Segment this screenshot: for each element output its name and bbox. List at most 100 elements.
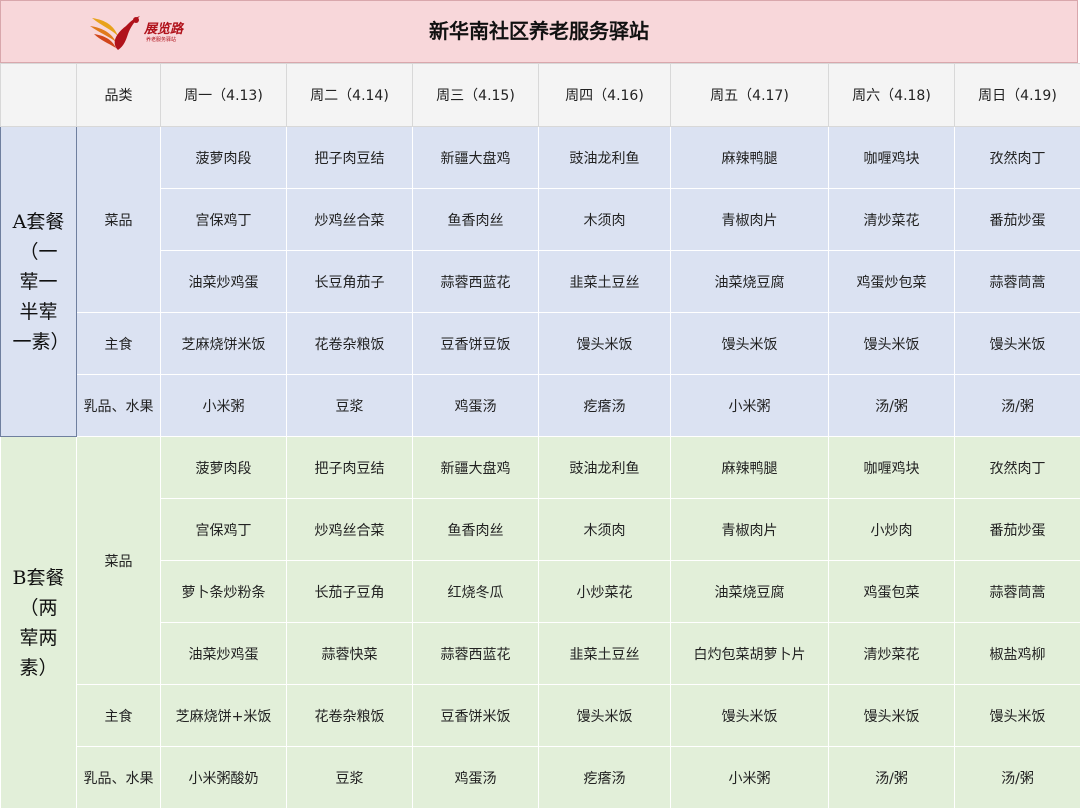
menu-item: 馒头米饭 [954, 684, 1080, 747]
menu-item: 花卷杂粮饭 [286, 684, 413, 747]
menu-item: 番茄炒蛋 [954, 498, 1080, 561]
menu-item: 把子肉豆结 [286, 126, 413, 189]
set-name-cell: B套餐（两荤两素） [0, 436, 77, 809]
menu-item: 馒头米饭 [828, 684, 955, 747]
menu-item: 油菜烧豆腐 [670, 560, 829, 623]
category-label: 菜品 [76, 436, 161, 685]
menu-item: 木须肉 [538, 498, 671, 561]
menu-page: 展览路 养老服务驿站 新华南社区养老服务驿站 品类 周一（4.13) 周二（4.… [0, 0, 1080, 810]
column-header: 品类 [76, 63, 161, 127]
menu-item: 青椒肉片 [670, 188, 829, 251]
menu-item: 鸡蛋包菜 [828, 560, 955, 623]
menu-item: 豆浆 [286, 746, 413, 809]
menu-item: 菠萝肉段 [160, 126, 287, 189]
menu-item: 花卷杂粮饭 [286, 312, 413, 375]
menu-item: 豆浆 [286, 374, 413, 437]
column-header: 周二（4.14) [286, 63, 413, 127]
menu-item: 番茄炒蛋 [954, 188, 1080, 251]
menu-item: 把子肉豆结 [286, 436, 413, 499]
menu-item: 炒鸡丝合菜 [286, 188, 413, 251]
menu-item: 蒜蓉茼蒿 [954, 560, 1080, 623]
menu-item: 豆香饼米饭 [412, 684, 539, 747]
menu-item: 小炒菜花 [538, 560, 671, 623]
menu-item: 小米粥 [670, 374, 829, 437]
menu-item: 馒头米饭 [670, 312, 829, 375]
menu-item: 萝卜条炒粉条 [160, 560, 287, 623]
menu-item: 馒头米饭 [828, 312, 955, 375]
menu-item: 椒盐鸡柳 [954, 622, 1080, 685]
menu-item: 菠萝肉段 [160, 436, 287, 499]
set-name: B套餐（两荤两素） [12, 566, 65, 679]
column-header: 周六（4.18) [828, 63, 955, 127]
menu-item: 宫保鸡丁 [160, 188, 287, 251]
menu-item: 韭菜土豆丝 [538, 622, 671, 685]
set-name-cell: A套餐（一荤一半荤一素） [0, 126, 77, 437]
menu-item: 青椒肉片 [670, 498, 829, 561]
menu-item: 鸡蛋汤 [412, 746, 539, 809]
menu-item: 红烧冬瓜 [412, 560, 539, 623]
column-header: 周五（4.17) [670, 63, 829, 127]
category-label: 主食 [76, 312, 161, 375]
menu-item: 宫保鸡丁 [160, 498, 287, 561]
menu-item: 馒头米饭 [538, 684, 671, 747]
menu-item: 咖喱鸡块 [828, 126, 955, 189]
category-label: 乳品、水果 [76, 746, 161, 809]
menu-item: 小米粥 [670, 746, 829, 809]
dairy-row: 乳品、水果 小米粥酸奶 豆浆 鸡蛋汤 疙瘩汤 小米粥 汤/粥 汤/粥 [1, 746, 1080, 809]
dish-row: 油菜炒鸡蛋 蒜蓉快菜 蒜蓉西蓝花 韭菜土豆丝 白灼包菜胡萝卜片 清炒菜花 椒盐鸡柳 [1, 622, 1080, 685]
dairy-row: 乳品、水果 小米粥 豆浆 鸡蛋汤 疙瘩汤 小米粥 汤/粥 汤/粥 [1, 374, 1080, 437]
staple-row: 主食 芝麻烧饼米饭 花卷杂粮饭 豆香饼豆饭 馒头米饭 馒头米饭 馒头米饭 馒头米饭 [1, 312, 1080, 375]
set-name: A套餐（一荤一半荤一素） [12, 210, 70, 353]
menu-item: 孜然肉丁 [954, 126, 1080, 189]
menu-item: 油菜炒鸡蛋 [160, 622, 287, 685]
menu-item: 馒头米饭 [954, 312, 1080, 375]
menu-item: 清炒菜花 [828, 622, 955, 685]
menu-item: 油菜炒鸡蛋 [160, 250, 287, 313]
menu-item: 麻辣鸭腿 [670, 126, 829, 189]
menu-item: 咖喱鸡块 [828, 436, 955, 499]
menu-item: 鱼香肉丝 [412, 498, 539, 561]
menu-item: 韭菜土豆丝 [538, 250, 671, 313]
menu-item: 小米粥酸奶 [160, 746, 287, 809]
menu-item: 长茄子豆角 [286, 560, 413, 623]
header-row: 品类 周一（4.13) 周二（4.14) 周三（4.15) 周四（4.16) 周… [0, 63, 1080, 127]
staple-row: 主食 芝麻烧饼+米饭 花卷杂粮饭 豆香饼米饭 馒头米饭 馒头米饭 馒头米饭 馒头米饭 [1, 684, 1080, 747]
menu-item: 新疆大盘鸡 [412, 436, 539, 499]
menu-item: 疙瘩汤 [538, 374, 671, 437]
column-header: 周日（4.19) [954, 63, 1080, 127]
menu-item: 蒜蓉西蓝花 [412, 250, 539, 313]
menu-item: 馒头米饭 [538, 312, 671, 375]
menu-item: 清炒菜花 [828, 188, 955, 251]
menu-item: 汤/粥 [954, 374, 1080, 437]
menu-item: 小炒肉 [828, 498, 955, 561]
menu-item: 豉油龙利鱼 [538, 126, 671, 189]
menu-item: 蒜蓉茼蒿 [954, 250, 1080, 313]
page-title: 新华南社区养老服务驿站 [429, 19, 649, 43]
menu-item: 馒头米饭 [670, 684, 829, 747]
dish-row: B套餐（两荤两素） 菜品 菠萝肉段 把子肉豆结 新疆大盘鸡 豉油龙利鱼 麻辣鸭腿 咖喱鸡块 孜然… [0, 436, 1080, 809]
menu-item: 孜然肉丁 [954, 436, 1080, 499]
dish-row: A套餐（一荤一半荤一素） 菜品 菠萝肉段 把子肉豆结 新疆大盘鸡 豉油龙利鱼 麻辣鸭腿 咖喱鸡… [0, 126, 1080, 437]
category-label: 菜品 [76, 126, 161, 313]
menu-item: 长豆角茄子 [286, 250, 413, 313]
category-label: 主食 [76, 684, 161, 747]
menu-item: 小米粥 [160, 374, 287, 437]
menu-item: 疙瘩汤 [538, 746, 671, 809]
menu-item: 鸡蛋炒包菜 [828, 250, 955, 313]
menu-item: 油菜烧豆腐 [670, 250, 829, 313]
column-header: 周四（4.16) [538, 63, 671, 127]
menu-table: 品类 周一（4.13) 周二（4.14) 周三（4.15) 周四（4.16) 周… [0, 63, 1080, 809]
column-header: 周三（4.15) [412, 63, 539, 127]
dish-row: 宫保鸡丁 炒鸡丝合菜 鱼香肉丝 木须肉 青椒肉片 小炒肉 番茄炒蛋 [1, 498, 1080, 561]
menu-item: 炒鸡丝合菜 [286, 498, 413, 561]
menu-item: 新疆大盘鸡 [412, 126, 539, 189]
menu-item: 白灼包菜胡萝卜片 [670, 622, 829, 685]
dish-row: 萝卜条炒粉条 长茄子豆角 红烧冬瓜 小炒菜花 油菜烧豆腐 鸡蛋包菜 蒜蓉茼蒿 [1, 560, 1080, 623]
menu-item: 鸡蛋汤 [412, 374, 539, 437]
menu-item: 汤/粥 [828, 746, 955, 809]
menu-item: 芝麻烧饼+米饭 [160, 684, 287, 747]
dish-row: 油菜炒鸡蛋 长豆角茄子 蒜蓉西蓝花 韭菜土豆丝 油菜烧豆腐 鸡蛋炒包菜 蒜蓉茼蒿 [1, 250, 1080, 313]
category-label: 乳品、水果 [76, 374, 161, 437]
menu-item: 豉油龙利鱼 [538, 436, 671, 499]
column-header: 周一（4.13) [160, 63, 287, 127]
